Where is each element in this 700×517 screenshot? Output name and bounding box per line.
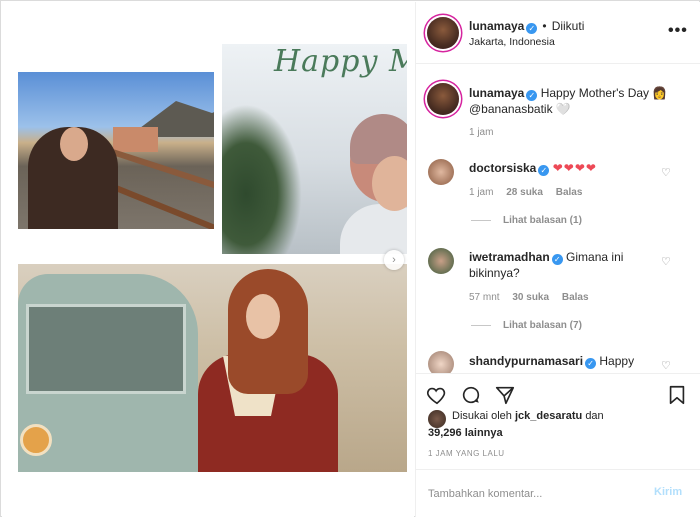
- comment-like-heart-icon[interactable]: ♡: [661, 255, 671, 268]
- caption-username[interactable]: lunamaya: [469, 86, 524, 100]
- comment-item: shandypurnamasari ✓ Happy: [469, 353, 659, 369]
- comments-list[interactable]: lunamaya ✓ Happy Mother's Day 👩 @bananasb…: [416, 65, 700, 373]
- post-comment-button[interactable]: Kirim: [654, 486, 682, 498]
- replies-divider: [471, 219, 491, 221]
- liker-avatar[interactable]: [428, 410, 446, 428]
- comment-like-count[interactable]: 28 suka: [506, 187, 543, 198]
- comment-composer: Kirim: [416, 469, 700, 517]
- save-bookmark-icon[interactable]: [666, 384, 688, 406]
- comment-reply-button[interactable]: Balas: [556, 187, 583, 198]
- verified-badge-icon: ✓: [526, 23, 538, 34]
- comment-reply-button[interactable]: Balas: [562, 292, 589, 303]
- likes-joiner: dan: [585, 410, 604, 422]
- post-header: lunamaya ✓ • Diikuti Jakarta, Indonesia •…: [416, 2, 700, 64]
- author-username[interactable]: lunamaya: [469, 19, 524, 33]
- photo-portrait-scarf: Happy M: [222, 44, 407, 254]
- comment-bubble-icon[interactable]: [460, 384, 482, 406]
- caption-time: 1 jam: [469, 127, 494, 138]
- caption: lunamaya ✓ Happy Mother's Day 👩 @bananasb…: [469, 85, 684, 117]
- post-dialog: Happy M › lunamaya✓ • Diikuti Jakarta,: [0, 0, 700, 517]
- comment-like-count[interactable]: 30 suka: [512, 292, 549, 303]
- author-avatar[interactable]: [427, 17, 459, 49]
- likes-count-line[interactable]: 39,296 lainnya: [428, 427, 503, 439]
- comment-text: ❤❤❤❤: [552, 161, 597, 175]
- comment-username[interactable]: iwetramadhan: [469, 250, 550, 264]
- commenter-avatar[interactable]: [428, 159, 454, 185]
- verified-badge-icon: ✓: [526, 90, 538, 101]
- share-send-icon[interactable]: [494, 384, 516, 406]
- view-replies-label: Lihat balasan (1): [503, 215, 582, 226]
- view-replies-button[interactable]: Lihat balasan (7): [471, 320, 582, 331]
- comment-item: iwetramadhan ✓ Gimana ini bikinnya?: [469, 249, 659, 281]
- photo-train-platform: [18, 72, 214, 229]
- post-location[interactable]: Jakarta, Indonesia: [469, 36, 555, 48]
- liker-username[interactable]: jck_desaratu: [515, 410, 582, 422]
- follow-status-button[interactable]: Diikuti: [552, 19, 585, 33]
- replies-divider: [471, 324, 491, 326]
- verified-badge-icon: ✓: [585, 358, 597, 369]
- caption-avatar[interactable]: [427, 83, 459, 115]
- verified-badge-icon: ✓: [551, 254, 563, 265]
- post-media[interactable]: Happy M ›: [2, 2, 414, 517]
- likes-prefix: Disukai oleh: [452, 410, 512, 422]
- separator-dot: •: [542, 19, 547, 33]
- comment-meta: 57 mnt 30 suka Balas: [469, 292, 599, 303]
- photo-vintage-van: [18, 264, 407, 472]
- likes-suffix[interactable]: lainnya: [465, 427, 503, 439]
- post-timestamp[interactable]: 1 JAM YANG LALU: [428, 449, 505, 458]
- comment-text: Happy: [599, 354, 635, 368]
- author-line: lunamaya ✓ • Diikuti: [469, 19, 584, 34]
- verified-badge-icon: ✓: [538, 165, 550, 176]
- view-replies-label: Lihat balasan (7): [503, 320, 582, 331]
- likes-count[interactable]: 39,296: [428, 427, 462, 439]
- comment-time: 57 mnt: [469, 292, 500, 303]
- comment-like-heart-icon[interactable]: ♡: [661, 166, 671, 179]
- more-horizontal-icon[interactable]: •••: [668, 22, 688, 40]
- comment-item: doctorsiska ✓ ❤❤❤❤: [469, 160, 659, 176]
- comment-username[interactable]: shandypurnamasari: [469, 354, 583, 368]
- comment-input[interactable]: [428, 484, 628, 504]
- like-heart-icon[interactable]: [426, 384, 448, 406]
- commenter-avatar[interactable]: [428, 248, 454, 274]
- view-replies-button[interactable]: Lihat balasan (1): [471, 215, 582, 226]
- next-slide-chevron-icon[interactable]: ›: [384, 250, 404, 270]
- comment-like-heart-icon[interactable]: ♡: [661, 359, 671, 372]
- comment-time: 1 jam: [469, 187, 494, 198]
- photo-script-text: Happy M: [274, 44, 407, 79]
- post-sidebar: lunamaya ✓ • Diikuti Jakarta, Indonesia •…: [415, 2, 700, 517]
- comment-username[interactable]: doctorsiska: [469, 161, 536, 175]
- commenter-avatar[interactable]: [428, 351, 454, 373]
- likes-summary: Disukai oleh jck_desaratu dan: [452, 410, 604, 422]
- comment-meta: 1 jam 28 suka Balas: [469, 187, 592, 198]
